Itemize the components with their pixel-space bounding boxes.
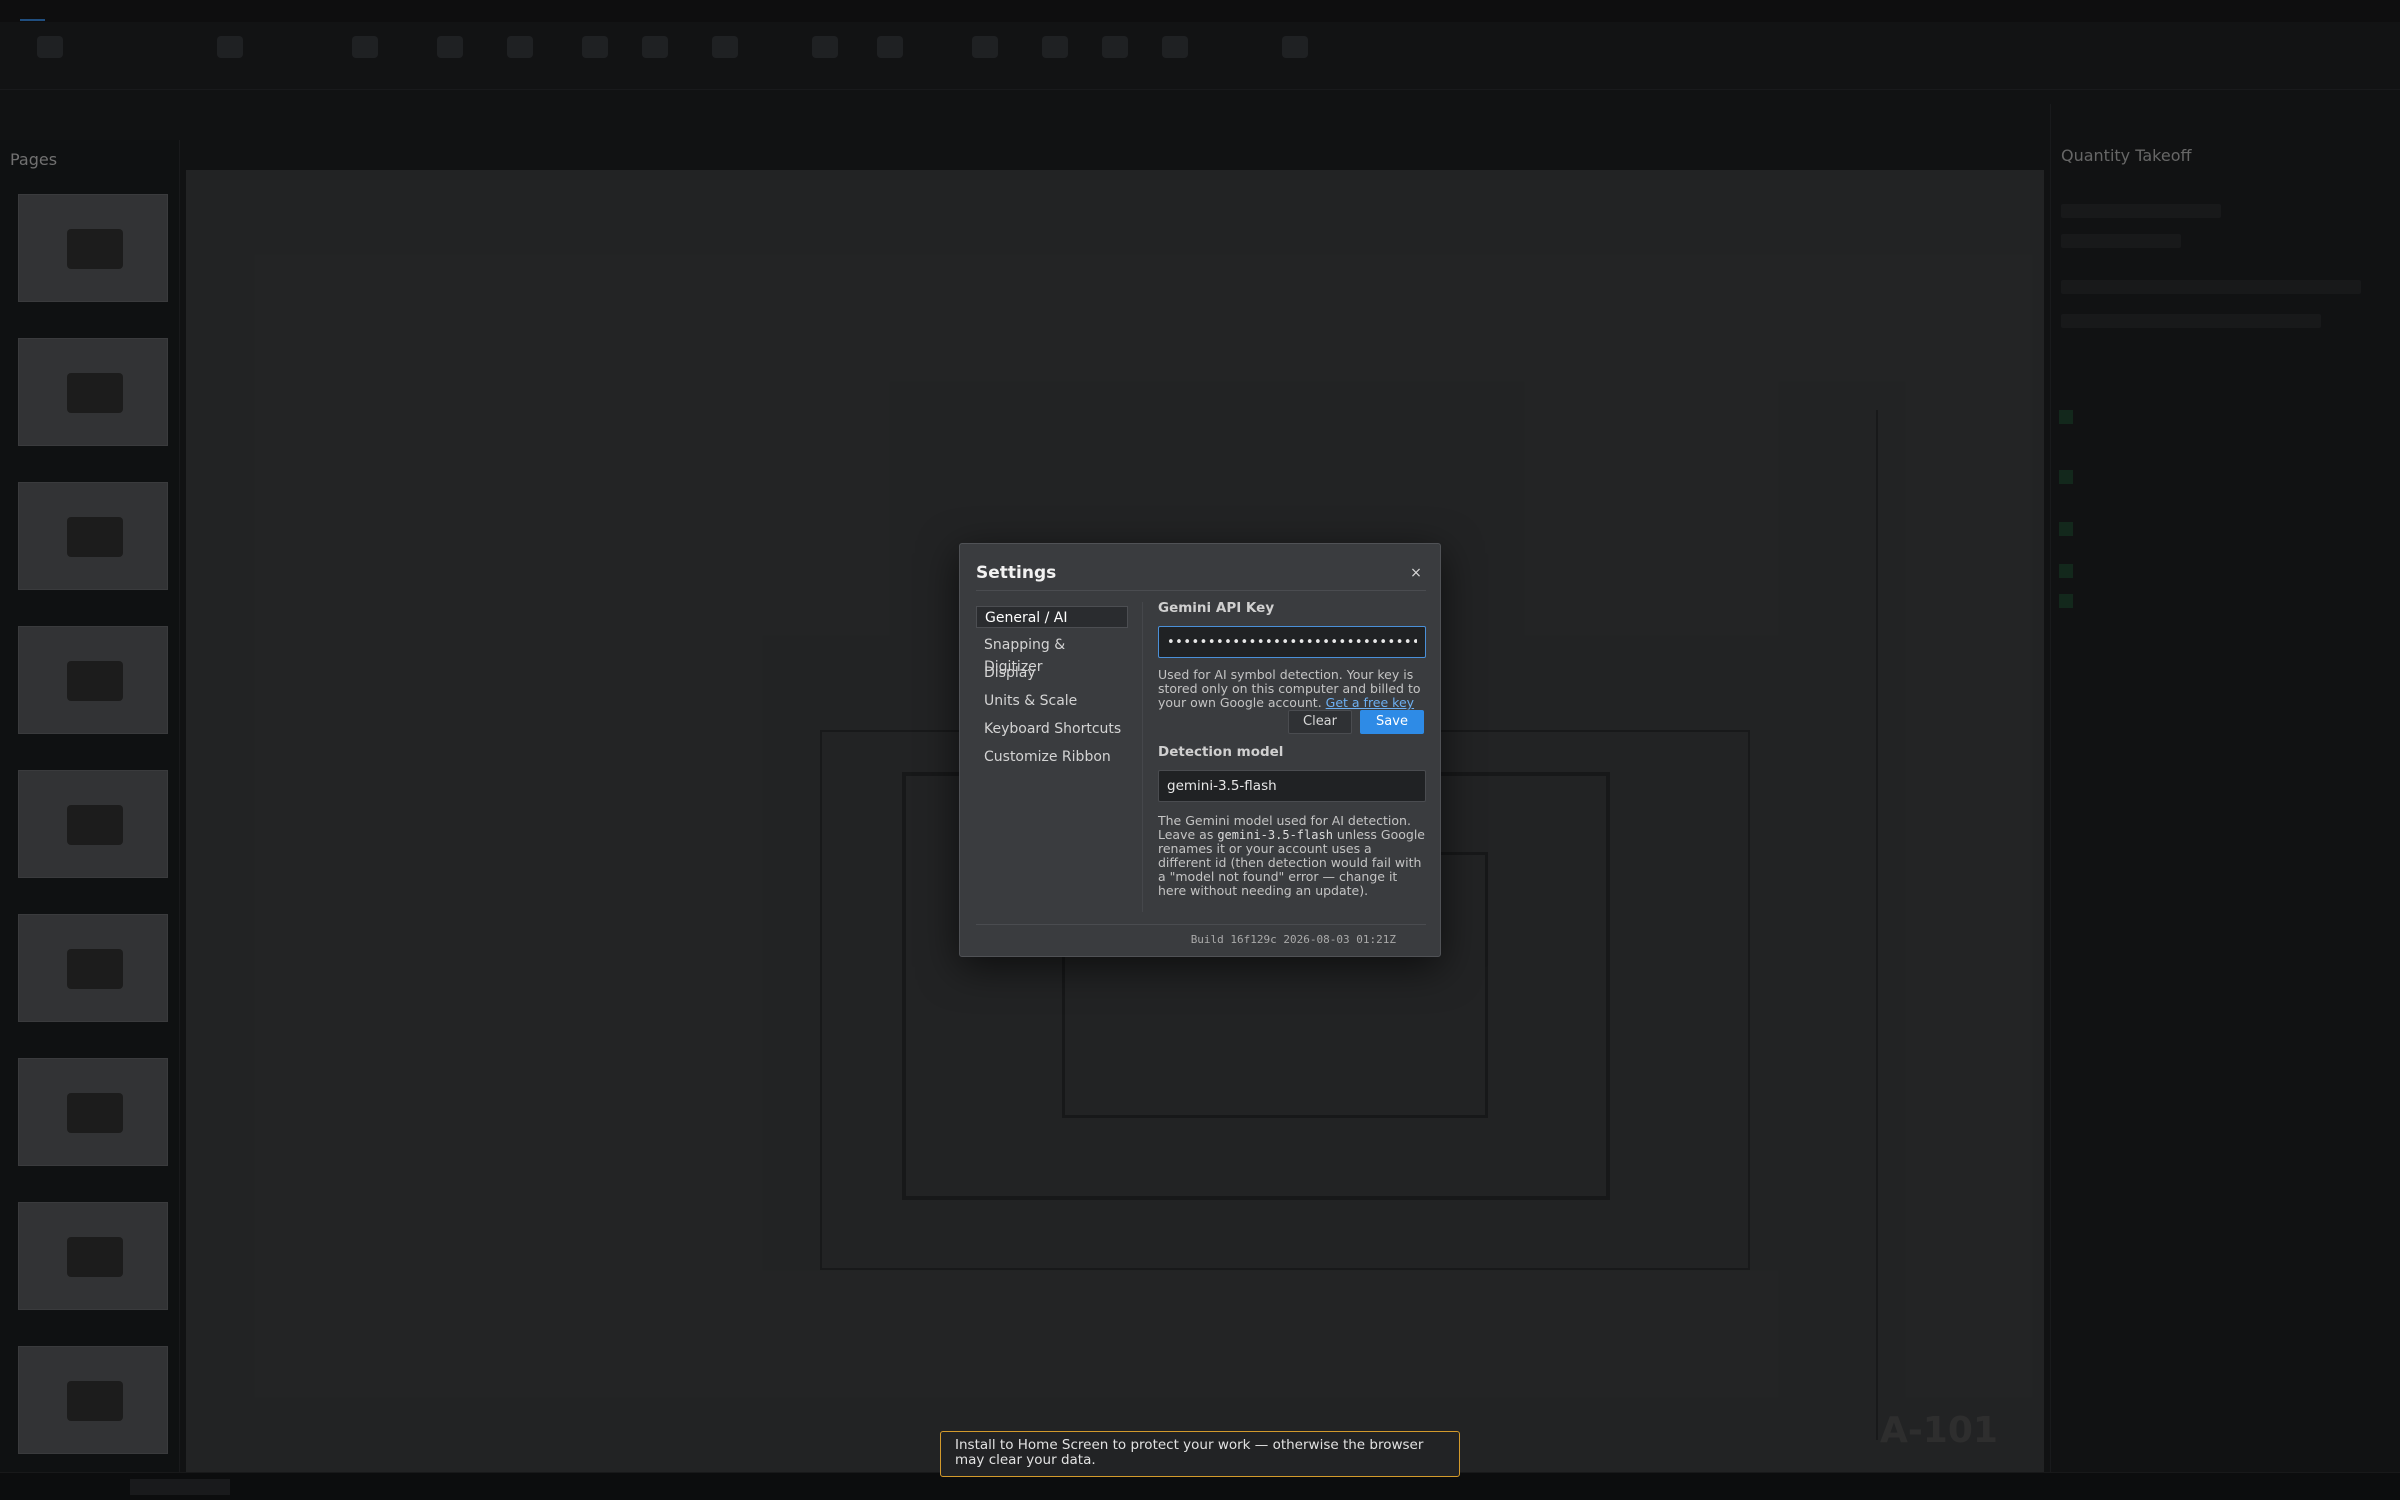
settings-dialog: Settings × General / AI Snapping & Digit… — [959, 543, 1441, 957]
clear-button[interactable]: Clear — [1288, 710, 1352, 734]
divider — [976, 590, 1426, 591]
nav-item-display[interactable]: Display — [976, 662, 1128, 684]
save-button[interactable]: Save — [1360, 710, 1424, 734]
api-key-input[interactable] — [1158, 626, 1426, 658]
nav-item-snapping-digitizer[interactable]: Snapping & Digitizer — [976, 634, 1128, 675]
api-key-label: Gemini API Key — [1158, 600, 1275, 616]
divider — [1142, 602, 1143, 912]
settings-nav: General / AI Snapping & Digitizer Displa… — [976, 606, 1128, 774]
build-info: Build 16f129c 2026-08-03 01:21Z — [976, 924, 1426, 946]
nav-item-general-ai[interactable]: General / AI — [976, 606, 1128, 628]
dialog-title: Settings — [976, 563, 1057, 583]
close-button[interactable]: × — [1405, 562, 1427, 584]
general-ai-pane: Gemini API Key Used for AI symbol detect… — [1158, 600, 1426, 898]
nav-item-keyboard-shortcuts[interactable]: Keyboard Shortcuts — [976, 718, 1128, 740]
model-help-code: gemini-3.5-flash — [1217, 828, 1333, 842]
install-toast: Install to Home Screen to protect your w… — [940, 1431, 1460, 1477]
detection-model-input[interactable] — [1158, 770, 1426, 802]
api-key-help: Used for AI symbol detection. Your key i… — [1158, 668, 1426, 710]
detection-model-help: The Gemini model used for AI detection. … — [1158, 814, 1426, 898]
nav-item-units-scale[interactable]: Units & Scale — [976, 690, 1128, 712]
detection-model-label: Detection model — [1158, 744, 1284, 760]
nav-item-customize-ribbon[interactable]: Customize Ribbon — [976, 746, 1128, 768]
get-free-key-link[interactable]: Get a free key — [1326, 695, 1414, 710]
